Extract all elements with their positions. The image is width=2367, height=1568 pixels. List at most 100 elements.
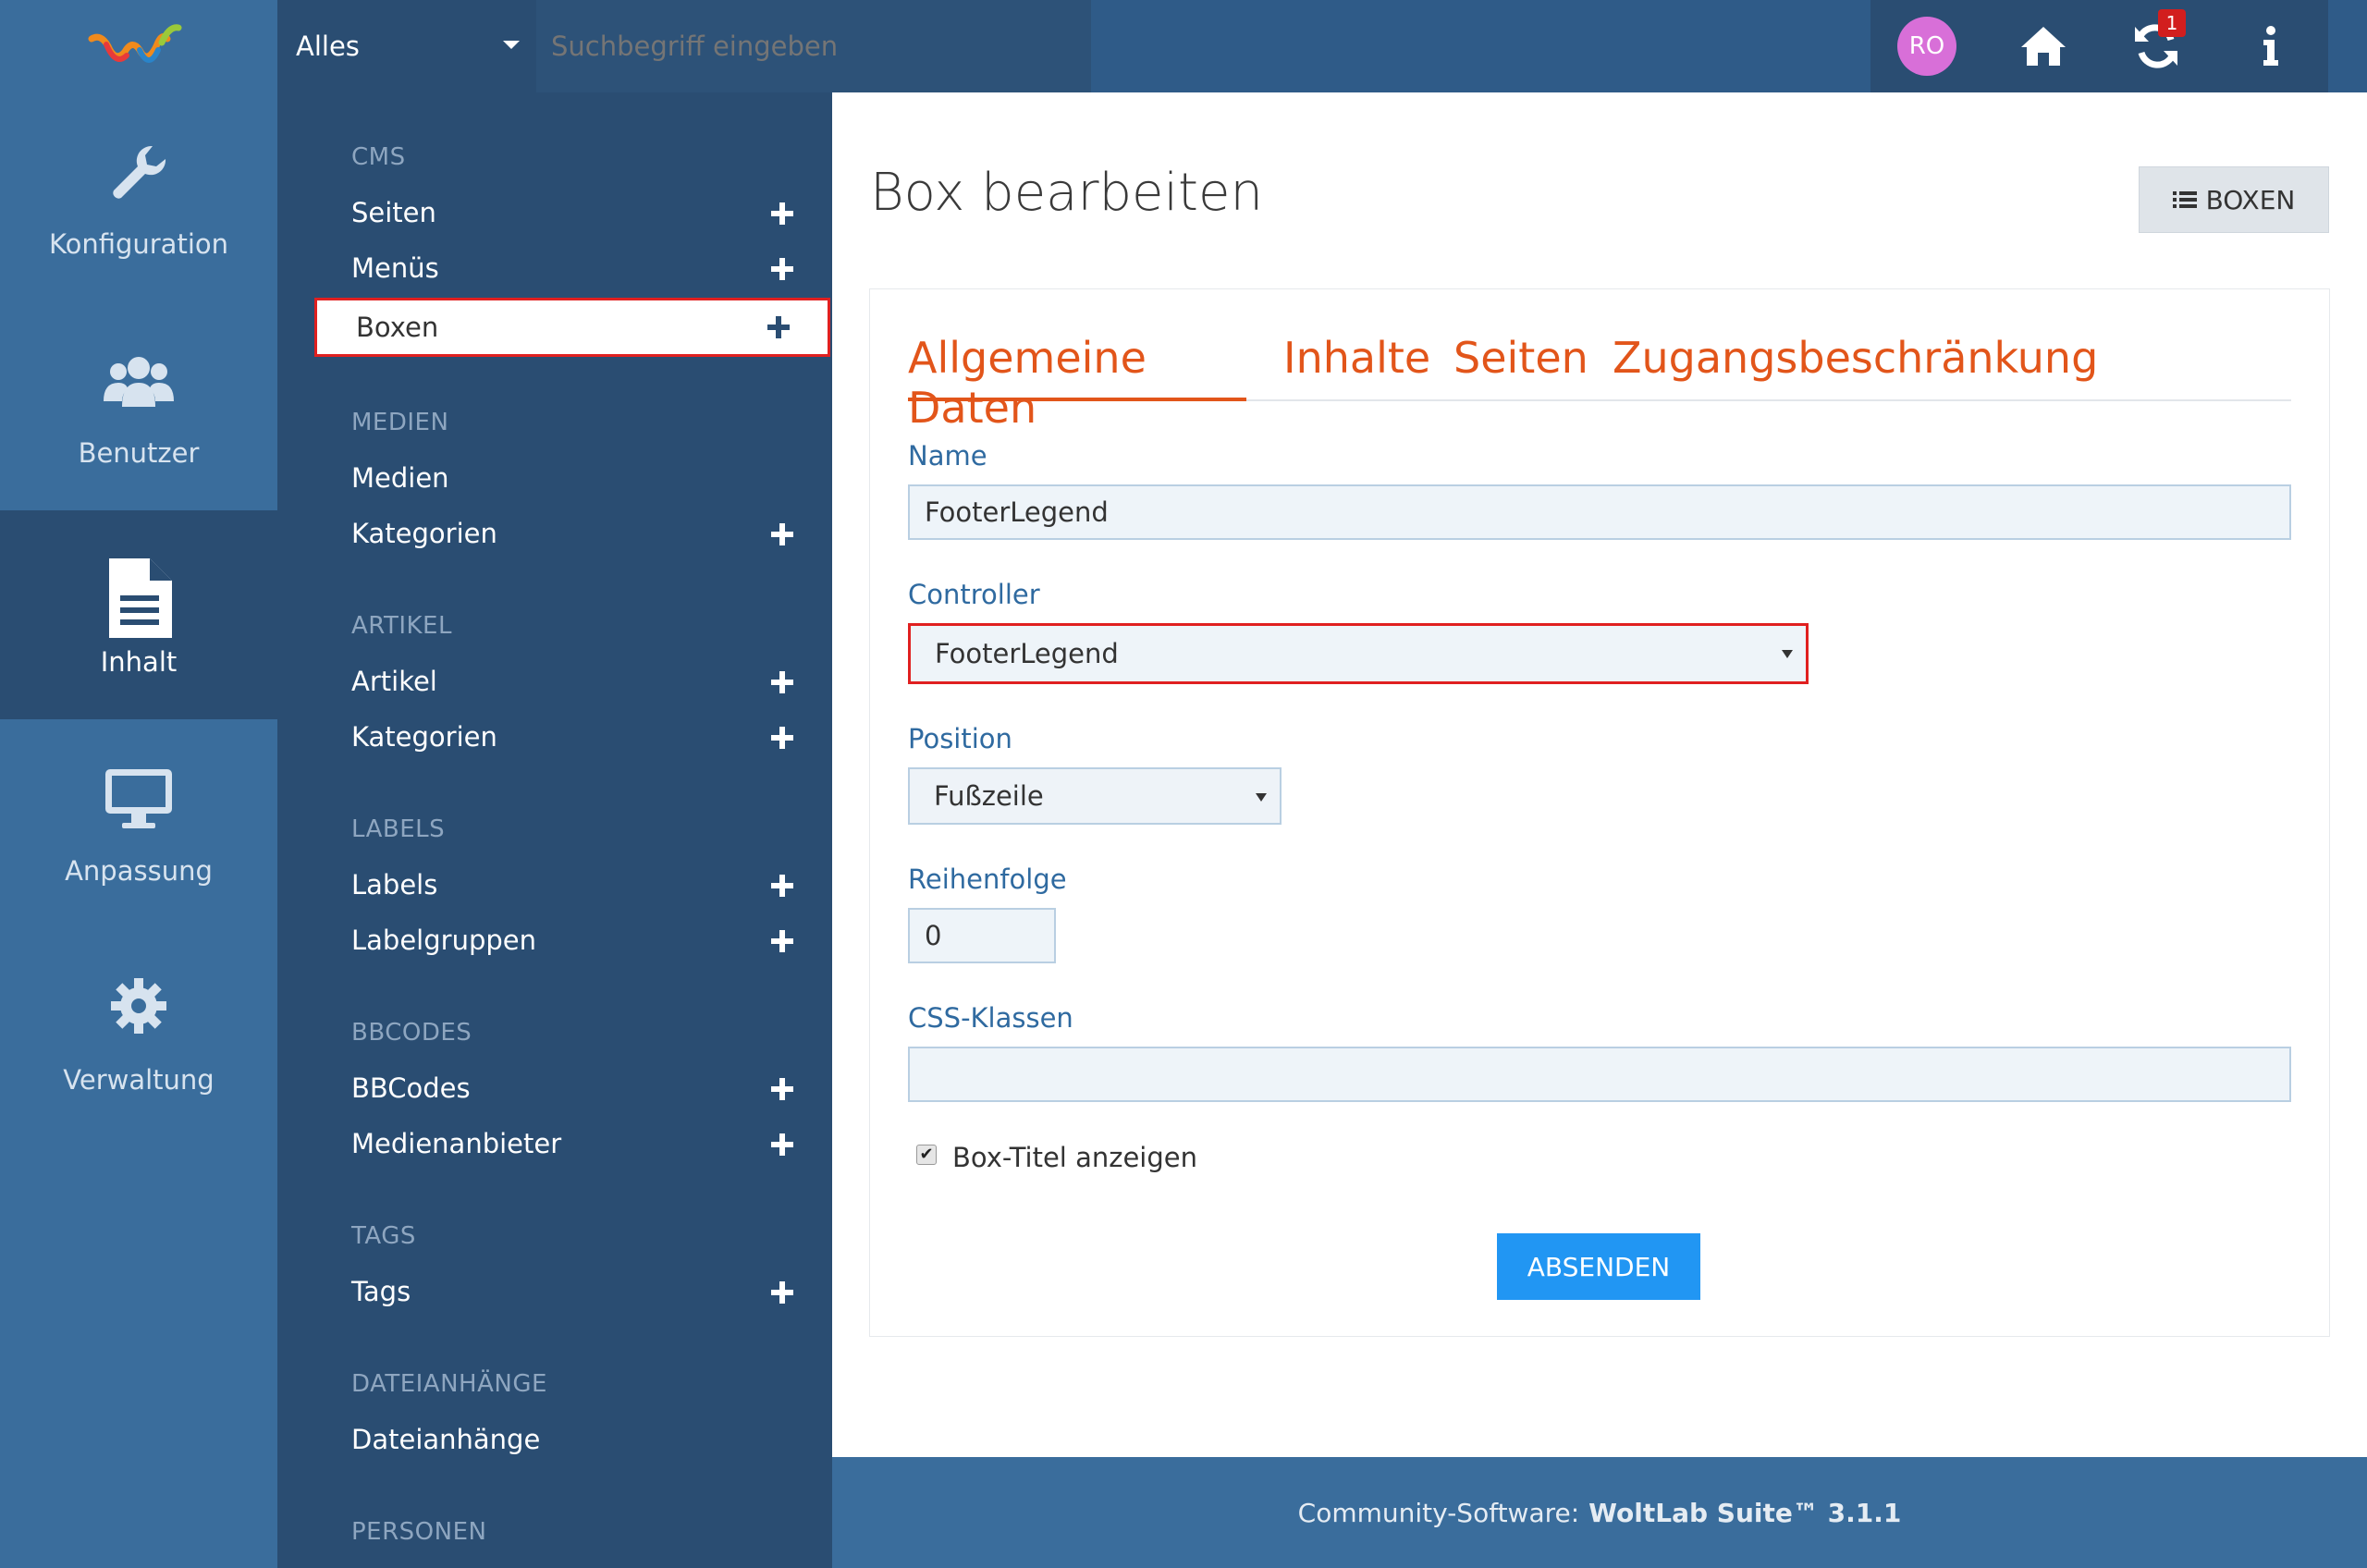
- controller-select[interactable]: FooterLegend: [908, 623, 1809, 684]
- app-logo[interactable]: [0, 0, 277, 92]
- main-menu-configuration[interactable]: Konfiguration: [0, 92, 277, 301]
- main-menu-management[interactable]: Verwaltung: [0, 928, 277, 1137]
- submit-button[interactable]: ABSENDEN: [1497, 1233, 1700, 1300]
- submenu-item-menus[interactable]: Menüs: [351, 242, 795, 294]
- boxes-list-button[interactable]: BOXEN: [2139, 166, 2329, 233]
- submenu-item-boxes[interactable]: Boxen: [314, 298, 830, 357]
- css-classes-label: CSS-Klassen: [908, 1002, 1073, 1034]
- show-title-label: Box-Titel anzeigen: [952, 1142, 1197, 1173]
- main-menu-content[interactable]: Inhalt: [0, 510, 277, 719]
- submenu-item-media[interactable]: Medien: [351, 452, 795, 504]
- main-menu-users[interactable]: Benutzer: [0, 301, 277, 510]
- tab-access-restriction[interactable]: Zugangsbeschränkung: [1613, 333, 2098, 401]
- chevron-down-icon: [1256, 793, 1267, 802]
- submenu-item-label-groups[interactable]: Labelgruppen: [351, 914, 795, 966]
- add-page-icon[interactable]: [771, 202, 793, 225]
- main-menu-label: Konfiguration: [49, 228, 228, 260]
- order-field[interactable]: 0: [908, 908, 1056, 963]
- submenu-item-label: Artikel: [351, 666, 437, 697]
- main-menu-label: Benutzer: [78, 437, 200, 469]
- main-menu-customization[interactable]: Anpassung: [0, 719, 277, 928]
- add-menu-icon[interactable]: [771, 258, 793, 280]
- notification-badge: 1: [2158, 9, 2186, 37]
- search-type-dropdown[interactable]: Alles: [277, 0, 536, 92]
- submenu-heading: MEDIEN: [351, 409, 449, 436]
- submenu-item-bbcodes[interactable]: BBCodes: [351, 1062, 795, 1114]
- name-field[interactable]: FooterLegend: [908, 484, 2291, 540]
- home-icon[interactable]: [2017, 20, 2069, 72]
- submenu-heading: PERSONEN: [351, 1518, 487, 1546]
- footer: Community-Software: WoltLab Suite™ 3.1.1: [832, 1457, 2367, 1568]
- tab-general-data[interactable]: Allgemeine Daten: [908, 333, 1246, 433]
- tab-contents[interactable]: Inhalte: [1283, 333, 1430, 401]
- position-label: Position: [908, 723, 1012, 754]
- submenu-item-tags[interactable]: Tags: [351, 1266, 795, 1317]
- page-title: Box bearbeiten: [870, 163, 1263, 223]
- submenu-item-label: Labels: [351, 869, 438, 900]
- submenu-heading: BBCODES: [351, 1019, 472, 1047]
- submenu-heading: TAGS: [351, 1222, 416, 1250]
- top-bar: Alles RO 1: [0, 0, 2367, 92]
- users-icon: [0, 349, 277, 423]
- chevron-down-icon: [1782, 650, 1793, 658]
- info-icon[interactable]: [2245, 20, 2297, 72]
- position-select-value: Fußzeile: [934, 780, 1044, 812]
- file-text-icon: [0, 558, 277, 638]
- main-menu-label: Anpassung: [65, 855, 213, 887]
- add-label-icon[interactable]: [771, 875, 793, 897]
- add-media-provider-icon[interactable]: [771, 1133, 793, 1156]
- add-article-category-icon[interactable]: [771, 727, 793, 749]
- css-classes-field[interactable]: [908, 1047, 2291, 1102]
- position-select[interactable]: Fußzeile: [908, 767, 1282, 825]
- chevron-down-icon: [503, 41, 520, 49]
- submenu-item-label: BBCodes: [351, 1072, 471, 1104]
- add-bbcode-icon[interactable]: [771, 1078, 793, 1100]
- footer-product-link[interactable]: WoltLab Suite™ 3.1.1: [1588, 1498, 1901, 1528]
- main-menu-label: Verwaltung: [63, 1064, 215, 1096]
- add-label-group-icon[interactable]: [771, 930, 793, 952]
- woltlab-logo-icon: [88, 24, 182, 63]
- add-tag-icon[interactable]: [771, 1281, 793, 1304]
- submenu-item-labels[interactable]: Labels: [351, 859, 795, 911]
- tab-pages[interactable]: Seiten: [1453, 333, 1588, 401]
- submenu-heading: LABELS: [351, 815, 446, 843]
- submenu-item-label: Kategorien: [351, 518, 497, 549]
- submenu-item-label: Seiten: [351, 197, 436, 228]
- submenu-item-label: Labelgruppen: [351, 925, 536, 956]
- submenu-item-label: Medienanbieter: [351, 1128, 562, 1159]
- wrench-icon: [0, 141, 277, 214]
- controller-label: Controller: [908, 579, 1040, 610]
- controller-select-value: FooterLegend: [935, 638, 1119, 669]
- show-title-checkbox[interactable]: ✔: [916, 1145, 937, 1165]
- search-input[interactable]: [536, 0, 1091, 92]
- add-media-category-icon[interactable]: [771, 523, 793, 545]
- submenu-item-label: Boxen: [356, 312, 439, 343]
- add-box-icon[interactable]: [767, 316, 790, 338]
- submenu-item-label: Tags: [351, 1276, 411, 1307]
- list-icon: [2172, 191, 2197, 208]
- submenu-item-label: Menüs: [351, 252, 439, 284]
- desktop-icon: [0, 767, 277, 841]
- submenu-heading: DATEIANHÄNGE: [351, 1370, 547, 1398]
- submenu-item-media-categories[interactable]: Kategorien: [351, 508, 795, 559]
- search-type-label: Alles: [296, 31, 360, 62]
- avatar[interactable]: RO: [1897, 17, 1956, 76]
- submenu-item-article-categories[interactable]: Kategorien: [351, 711, 795, 763]
- submenu-item-label: Medien: [351, 462, 449, 494]
- name-label: Name: [908, 440, 987, 472]
- submenu-item-pages[interactable]: Seiten: [351, 187, 795, 239]
- main-menu-label: Inhalt: [100, 646, 178, 678]
- boxes-button-label: BOXEN: [2205, 184, 2296, 215]
- submenu-item-media-providers[interactable]: Medienanbieter: [351, 1118, 795, 1170]
- submenu-item-label: Kategorien: [351, 721, 497, 753]
- submenu-item-articles[interactable]: Artikel: [351, 655, 795, 707]
- gear-icon: [0, 976, 277, 1050]
- footer-prefix: Community-Software:: [1297, 1497, 1580, 1528]
- submenu-item-label: Dateianhänge: [351, 1424, 541, 1455]
- add-article-icon[interactable]: [771, 671, 793, 693]
- submenu-heading: CMS: [351, 143, 406, 171]
- submenu-item-attachments[interactable]: Dateianhänge: [351, 1414, 795, 1465]
- order-label: Reihenfolge: [908, 864, 1067, 895]
- tab-bar: Allgemeine Daten Inhalte Seiten Zugangsb…: [908, 333, 2291, 433]
- main-menu: Konfiguration Benutzer Inhalt Anpassung …: [0, 92, 277, 1568]
